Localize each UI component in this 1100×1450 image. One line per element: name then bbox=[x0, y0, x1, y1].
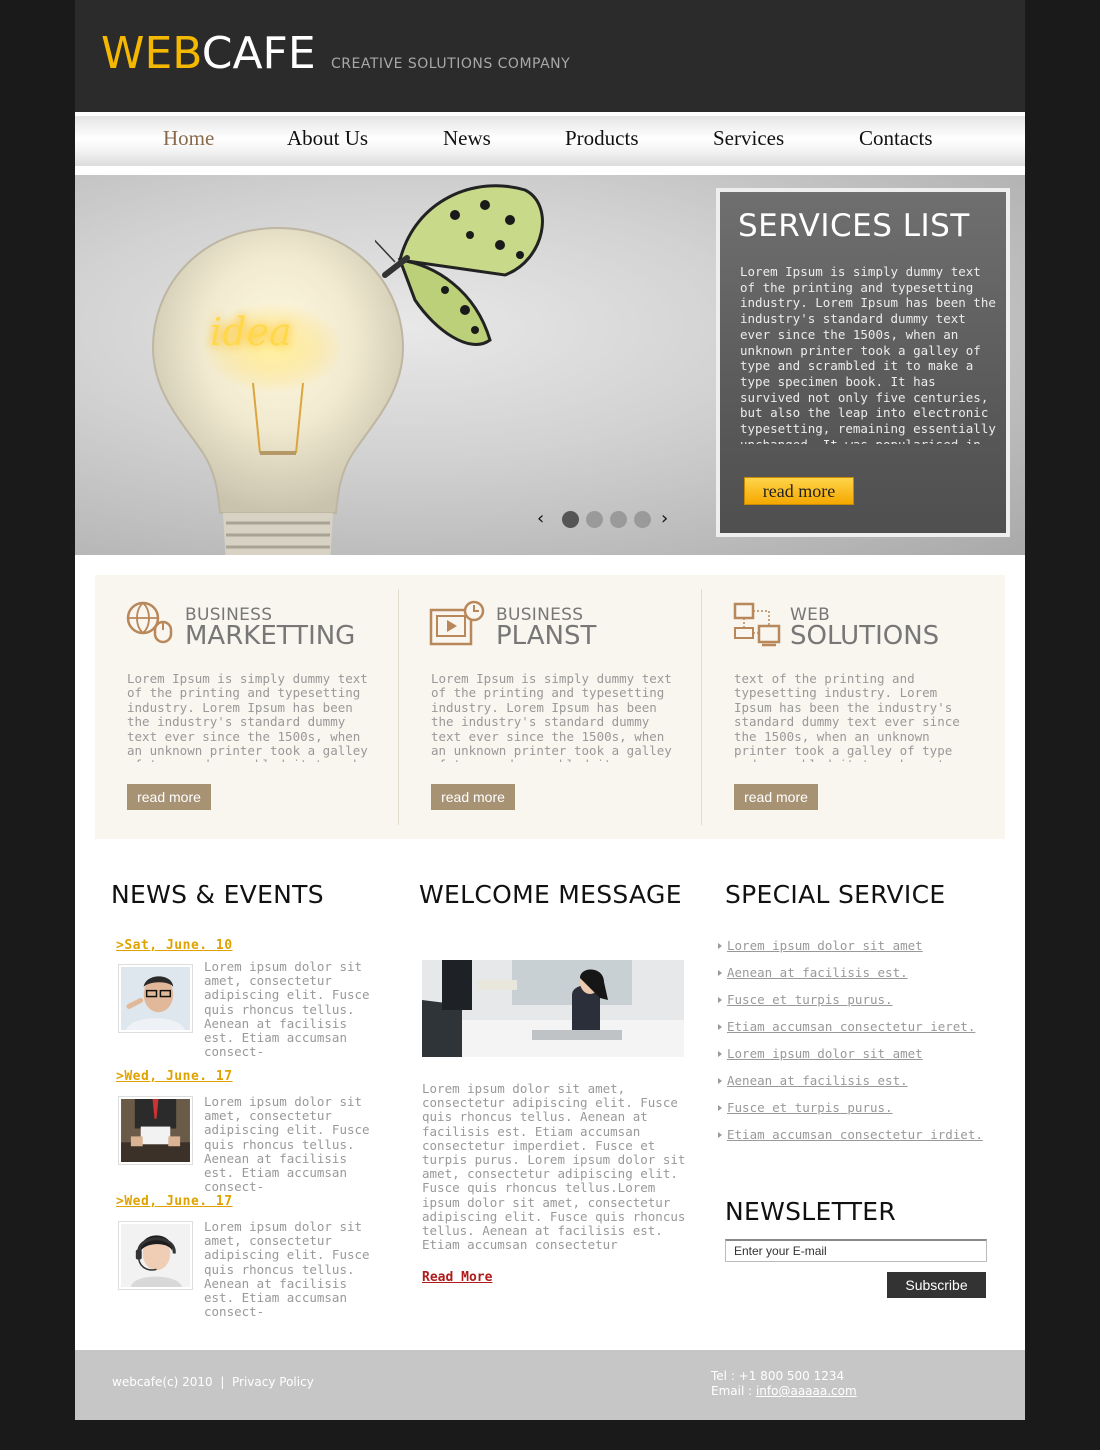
feature-read-more-button[interactable]: read more bbox=[127, 784, 211, 810]
nav-services[interactable]: Services bbox=[713, 126, 784, 151]
welcome-office-photo bbox=[422, 960, 684, 1057]
bulb-idea-text: idea bbox=[210, 310, 292, 354]
nav-news[interactable]: News bbox=[443, 126, 491, 151]
news-date[interactable]: >Wed, June. 17 bbox=[116, 1069, 233, 1084]
footer-phone: Tel : +1 800 500 1234 bbox=[711, 1369, 845, 1383]
footer-email-link[interactable]: info@aaaaa.com bbox=[756, 1384, 857, 1398]
subscribe-button[interactable]: Subscribe bbox=[887, 1272, 986, 1298]
butterfly-image bbox=[375, 184, 544, 346]
services-list-title: SERVICES LIST bbox=[738, 208, 970, 244]
news-photo-laptop bbox=[121, 1099, 190, 1162]
nav-home[interactable]: Home bbox=[163, 126, 214, 151]
bullet-arrow-icon bbox=[718, 1105, 722, 1111]
newsletter-title: NEWSLETTER bbox=[725, 1197, 897, 1226]
special-service-item[interactable]: Fusce et turpis purus. bbox=[718, 1100, 893, 1115]
feature-text: Lorem Ipsum is simply dummy text of the … bbox=[431, 672, 672, 762]
features-section: BUSINESS MARKETTING Lorem Ipsum is simpl… bbox=[95, 575, 1005, 839]
bullet-arrow-icon bbox=[718, 997, 722, 1003]
special-service-item[interactable]: Lorem ipsum dolor sit amet bbox=[718, 1046, 923, 1061]
feature-business-planst: BUSINESS PLANST Lorem Ipsum is simply du… bbox=[399, 575, 702, 839]
page: WEBCAFE CREATIVE SOLUTIONS COMPANY Home … bbox=[75, 0, 1025, 1420]
logo[interactable]: WEBCAFE bbox=[101, 28, 316, 80]
feature-business-marketting: BUSINESS MARKETTING Lorem Ipsum is simpl… bbox=[95, 575, 398, 839]
slider-dot-4[interactable] bbox=[634, 511, 651, 528]
news-text: Lorem ipsum dolor sit amet, consectetur … bbox=[204, 959, 370, 1060]
news-date[interactable]: >Sat, June. 10 bbox=[116, 938, 233, 953]
bullet-arrow-icon bbox=[718, 1051, 722, 1057]
slider-dot-2[interactable] bbox=[586, 511, 603, 528]
feature-read-more-button[interactable]: read more bbox=[734, 784, 818, 810]
lightbulb-image bbox=[151, 226, 405, 555]
news-photo-man-glasses bbox=[121, 967, 190, 1030]
copyright-text: webcafe(c) 2010 bbox=[112, 1375, 213, 1389]
news-thumbnail bbox=[118, 1221, 193, 1290]
chevron-left-icon[interactable]: ‹ bbox=[537, 509, 544, 529]
feature-big-title: SOLUTIONS bbox=[790, 621, 940, 651]
feature-web-solutions: WEB SOLUTIONS text of the printing and t… bbox=[702, 575, 1005, 839]
footer-email-label: Email : bbox=[711, 1384, 756, 1398]
welcome-text: Lorem ipsum dolor sit amet, consectetur … bbox=[422, 1081, 686, 1253]
news-date[interactable]: >Wed, June. 17 bbox=[116, 1194, 233, 1209]
bullet-arrow-icon bbox=[718, 970, 722, 976]
footer-separator: | bbox=[220, 1375, 225, 1389]
tagline: CREATIVE SOLUTIONS COMPANY bbox=[331, 56, 571, 72]
bullet-arrow-icon bbox=[718, 943, 722, 949]
services-list-panel: SERVICES LIST Lorem Ipsum is simply dumm… bbox=[716, 188, 1010, 537]
main-nav: Home About Us News Products Services Con… bbox=[75, 112, 1025, 166]
chevron-right-icon[interactable]: › bbox=[661, 509, 668, 529]
news-photo-headset-woman bbox=[121, 1224, 190, 1287]
footer-contact: Tel : +1 800 500 1234 Email : info@aaaaa… bbox=[711, 1369, 857, 1399]
footer-left: webcafe(c) 2010 | Privacy Policy bbox=[112, 1375, 314, 1389]
services-list-text: Lorem Ipsum is simply dummy text of the … bbox=[740, 264, 996, 444]
feature-read-more-button[interactable]: read more bbox=[431, 784, 515, 810]
news-thumbnail bbox=[118, 964, 193, 1033]
special-service-item[interactable]: Lorem ipsum dolor sit amet bbox=[718, 938, 923, 953]
special-service-item[interactable]: Fusce et turpis purus. bbox=[718, 992, 893, 1007]
welcome-read-more-link[interactable]: Read More bbox=[422, 1270, 492, 1285]
special-service-item[interactable]: Etiam accumsan consectetur ieret. bbox=[718, 1019, 975, 1034]
news-thumbnail bbox=[118, 1096, 193, 1165]
hero-read-more-button[interactable]: read more bbox=[744, 477, 854, 505]
hero-slider: idea SERVICES LIST Lorem Ipsum is simply… bbox=[75, 175, 1025, 555]
nav-about-us[interactable]: About Us bbox=[287, 126, 368, 151]
footer-email-row: Email : info@aaaaa.com bbox=[711, 1384, 857, 1399]
nav-contacts[interactable]: Contacts bbox=[859, 126, 933, 151]
slider-dot-1[interactable] bbox=[562, 511, 579, 528]
news-text: Lorem ipsum dolor sit amet, consectetur … bbox=[204, 1094, 370, 1195]
feature-big-title: MARKETTING bbox=[185, 621, 356, 651]
privacy-policy-link[interactable]: Privacy Policy bbox=[232, 1375, 314, 1389]
welcome-message-title: WELCOME MESSAGE bbox=[419, 880, 682, 909]
bullet-arrow-icon bbox=[718, 1132, 722, 1138]
special-service-item[interactable]: Aenean at facilisis est. bbox=[718, 1073, 908, 1088]
special-service-item[interactable]: Aenean at facilisis est. bbox=[718, 965, 908, 980]
newsletter-email-input[interactable] bbox=[725, 1239, 987, 1262]
logo-part-cafe: CAFE bbox=[201, 28, 316, 79]
globe-mouse-icon bbox=[126, 601, 173, 644]
header: WEBCAFE CREATIVE SOLUTIONS COMPANY bbox=[75, 0, 1025, 112]
logo-part-web: WEB bbox=[101, 28, 202, 79]
network-computers-icon bbox=[733, 602, 781, 647]
bullet-arrow-icon bbox=[718, 1078, 722, 1084]
video-player-icon bbox=[429, 600, 485, 646]
news-events-title: NEWS & EVENTS bbox=[111, 880, 324, 909]
news-text: Lorem ipsum dolor sit amet, consectetur … bbox=[204, 1219, 370, 1320]
feature-text: Lorem Ipsum is simply dummy text of the … bbox=[127, 672, 368, 762]
feature-big-title: PLANST bbox=[496, 621, 597, 651]
nav-products[interactable]: Products bbox=[565, 126, 639, 151]
footer: webcafe(c) 2010 | Privacy Policy Tel : +… bbox=[75, 1350, 1025, 1420]
feature-text: text of the printing and typesetting ind… bbox=[734, 672, 967, 762]
slider-dot-3[interactable] bbox=[610, 511, 627, 528]
special-service-title: SPECIAL SERVICE bbox=[725, 880, 946, 909]
bullet-arrow-icon bbox=[718, 1024, 722, 1030]
special-service-item[interactable]: Etiam accumsan consectetur irdiet. bbox=[718, 1127, 983, 1142]
